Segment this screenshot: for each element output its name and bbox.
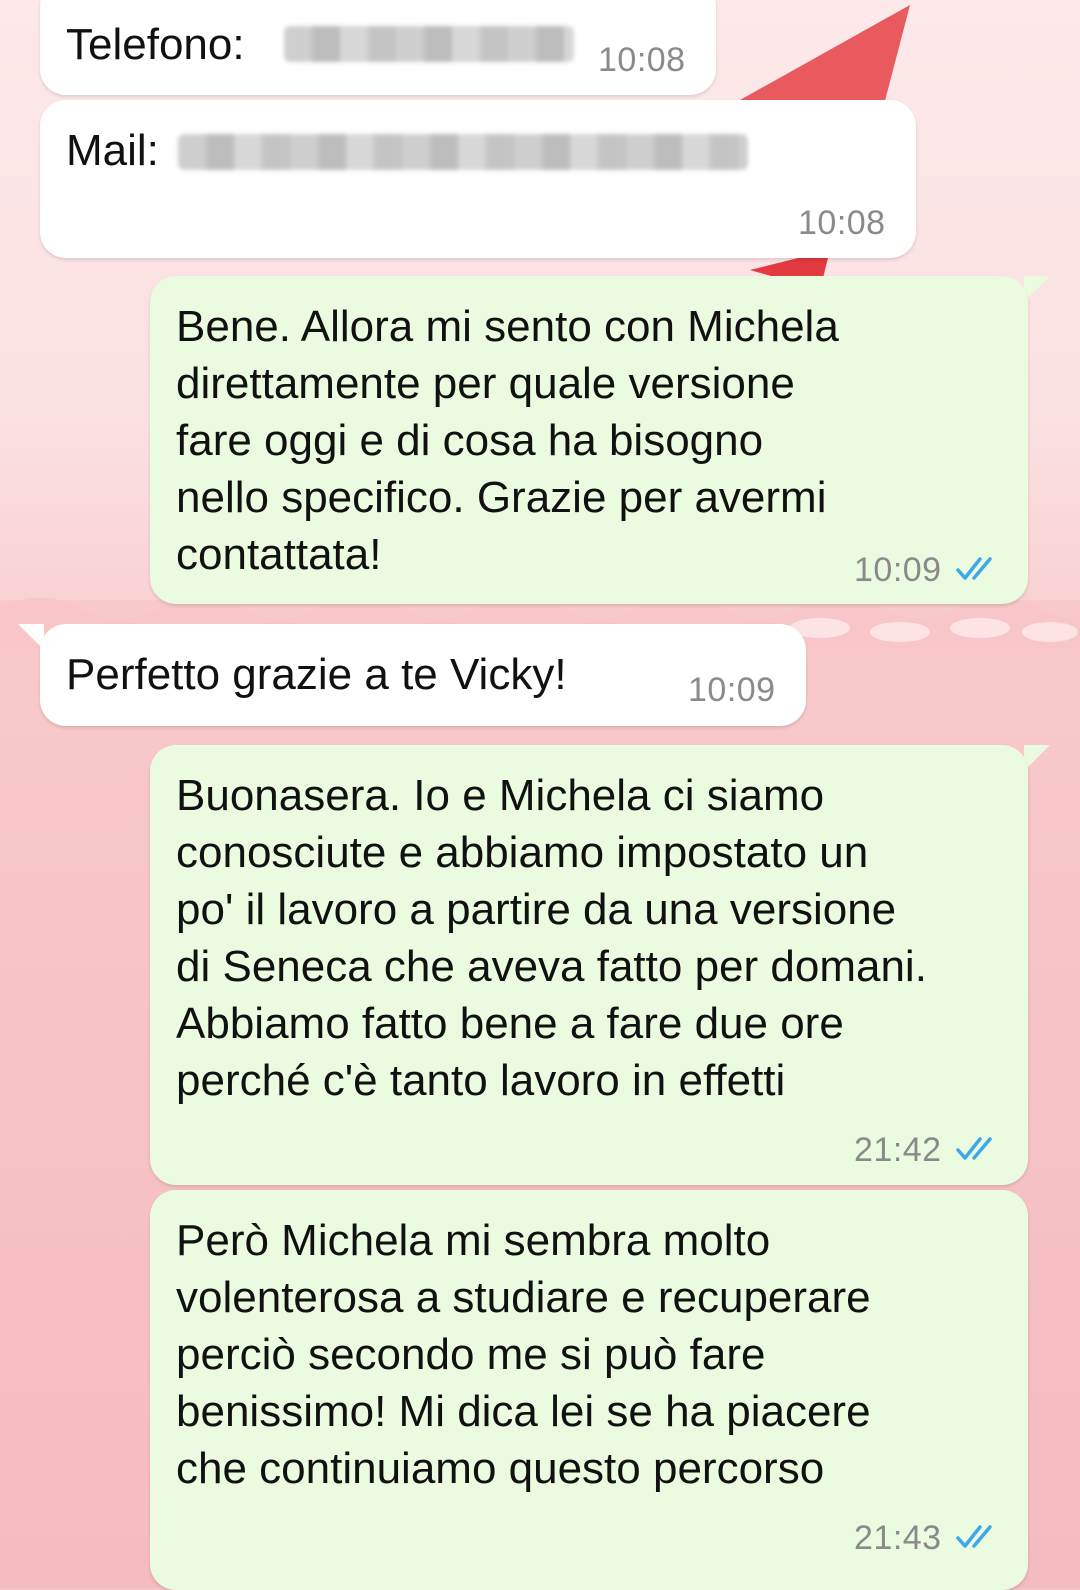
double-check-read-icon [956,1525,992,1548]
bubble-tail [1024,276,1050,302]
message-bubble-incoming[interactable]: Mail: 10:08 [40,100,916,258]
message-text: Però Michela mi sembra molto volenterosa… [176,1216,871,1493]
message-timestamp: 10:09 [854,551,942,589]
message-bubble-incoming[interactable]: Telefono: 10:08 [40,0,716,95]
double-check-read-icon [956,1137,992,1160]
phone-label: Telefono: [66,20,245,69]
message-bubble-outgoing[interactable]: Bene. Allora mi sento con Michela dirett… [150,276,1028,604]
message-timestamp: 10:09 [688,671,776,709]
message-timestamp: 21:43 [854,1519,942,1557]
message-text: Perfetto grazie a te Vicky! [66,650,567,699]
message-bubble-outgoing[interactable]: Buonasera. Io e Michela ci siamo conosci… [150,745,1028,1185]
message-bubble-incoming[interactable]: Perfetto grazie a te Vicky! 10:09 [40,624,806,726]
mail-label: Mail: [66,126,159,175]
bubble-tail [1024,745,1050,771]
message-timestamp: 21:42 [854,1131,942,1169]
message-text: Buonasera. Io e Michela ci siamo conosci… [176,771,927,1105]
message-timestamp: 10:08 [798,204,886,242]
redacted-phone-value [284,26,574,62]
double-check-read-icon [956,557,992,580]
message-bubble-outgoing[interactable]: Però Michela mi sembra molto volenterosa… [150,1190,1028,1590]
redacted-mail-value [178,134,748,170]
message-timestamp: 10:08 [598,41,686,79]
message-text: Bene. Allora mi sento con Michela dirett… [176,302,839,579]
